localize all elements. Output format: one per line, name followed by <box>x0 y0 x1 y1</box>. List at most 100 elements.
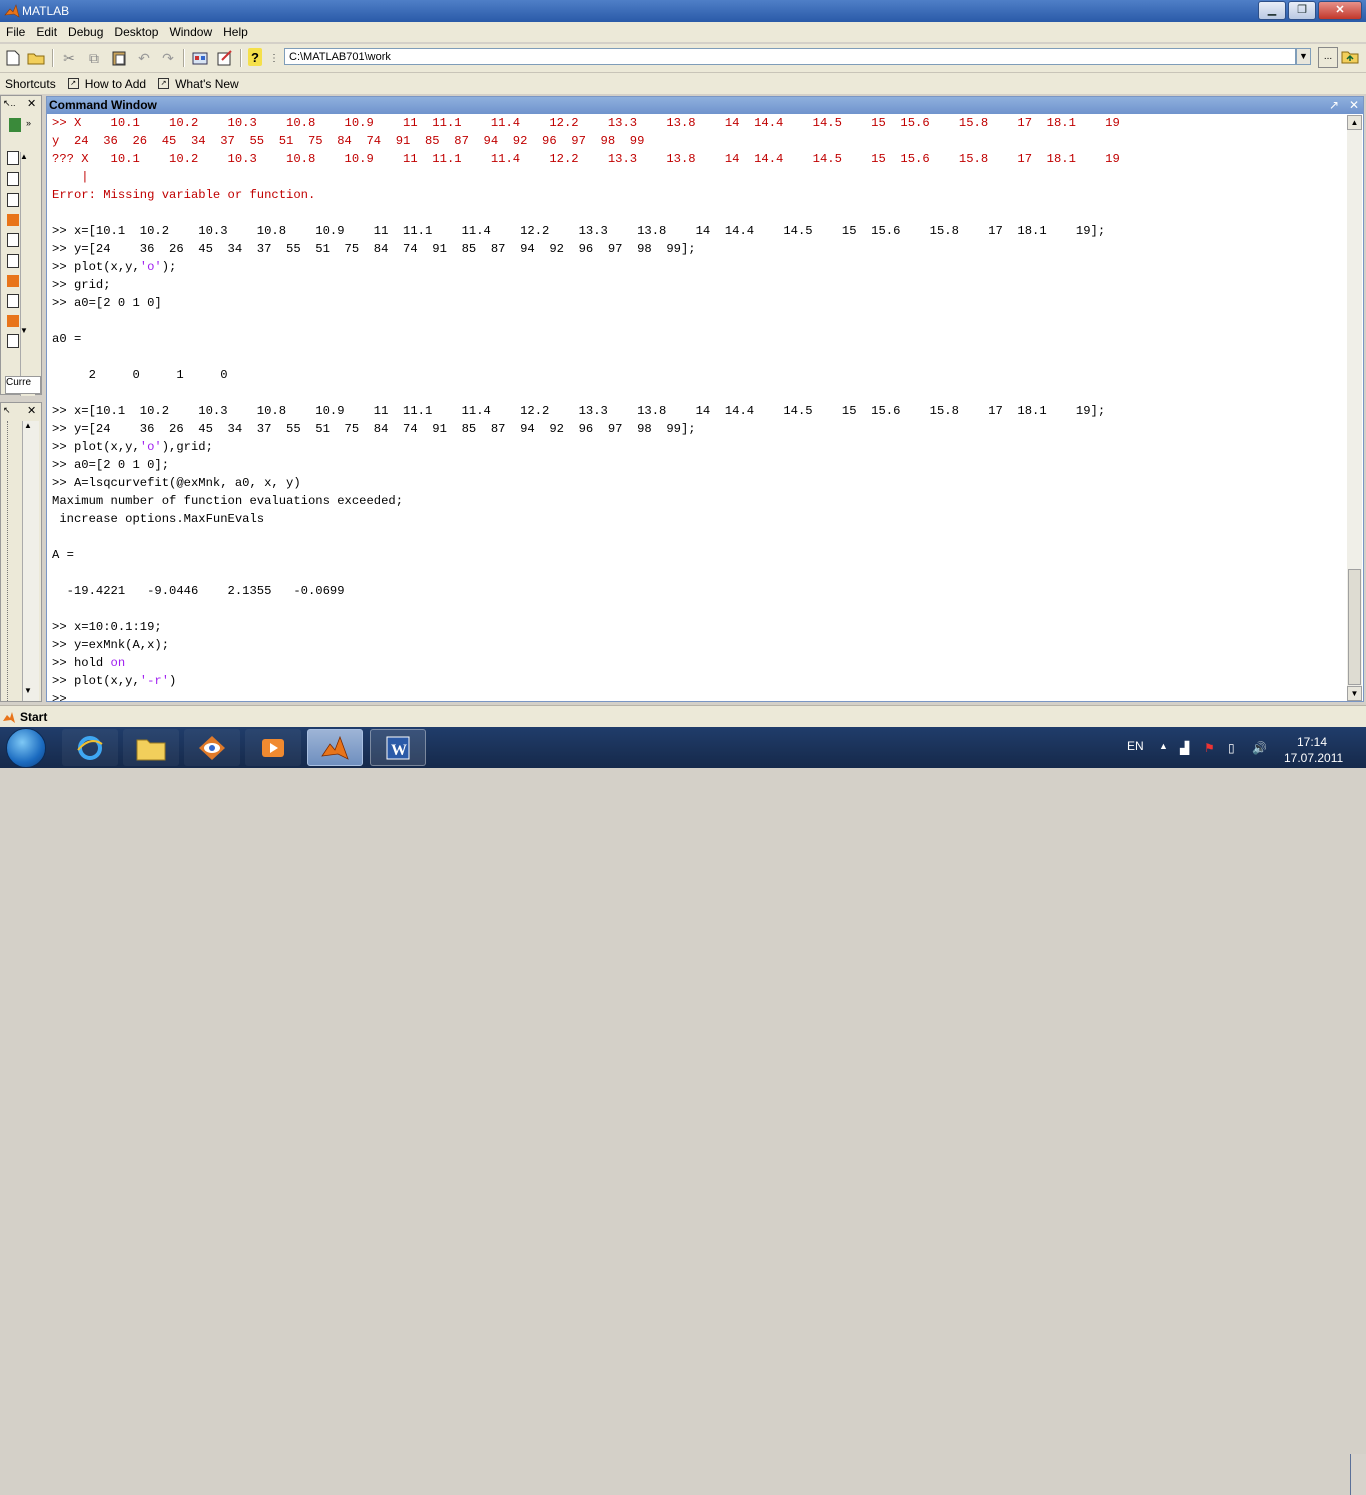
close-button[interactable]: ✕ <box>1318 1 1362 20</box>
menu-edit[interactable]: Edit <box>30 22 62 42</box>
undock-icon[interactable]: ↖.. <box>3 98 16 109</box>
file-icon[interactable] <box>7 294 19 308</box>
network-icon[interactable]: ▟ <box>1180 741 1189 755</box>
menu-window[interactable]: Window <box>163 22 217 42</box>
scroll-up-icon[interactable]: ▲ <box>1347 115 1362 130</box>
command-text: >> y=[24 36 26 45 34 37 55 51 75 84 74 9… <box>52 422 696 436</box>
file-icon[interactable] <box>7 334 19 348</box>
command-line: >> y=[24 36 26 45 34 37 55 51 75 84 74 9… <box>52 420 1342 438</box>
file-icon[interactable] <box>7 172 19 186</box>
command-text: >> a0=[2 0 1 0] <box>52 296 162 310</box>
chevron-down-icon[interactable]: ▼ <box>1296 48 1311 65</box>
command-line: a0 = <box>52 330 1342 348</box>
shortcuts-label: Shortcuts <box>5 76 56 91</box>
file-icon[interactable] <box>7 193 19 207</box>
windows-start-icon[interactable] <box>6 728 46 768</box>
command-text: >> A=lsqcurvefit(@exMnk, a0, x, y) <box>52 476 301 490</box>
title-bar: MATLAB ▁ ❐ ✕ <box>0 0 1366 22</box>
open-folder-icon[interactable] <box>26 48 46 68</box>
window-title: MATLAB <box>22 4 70 18</box>
menu-debug[interactable]: Debug <box>62 22 108 42</box>
panel-close-icon[interactable]: ✕ <box>27 404 36 417</box>
volume-icon[interactable]: 🔊 <box>1252 741 1267 755</box>
matlab-file-icon[interactable] <box>7 315 19 327</box>
panel-scrollbar[interactable] <box>22 421 39 701</box>
scroll-up-icon[interactable]: ▲ <box>24 421 32 430</box>
command-line: >> y=[24 36 26 45 34 37 55 51 75 84 74 9… <box>52 240 1342 258</box>
command-text: >> <box>52 692 74 702</box>
scroll-down-icon[interactable]: ▼ <box>20 326 28 335</box>
file-icon[interactable] <box>7 151 19 165</box>
browse-button[interactable]: ... <box>1318 47 1338 68</box>
shortcut-how-to-add[interactable]: ↗ How to Add <box>67 77 146 91</box>
command-text: 'o' <box>139 440 162 454</box>
clock[interactable]: 17:14 17.07.2011 <box>1284 734 1343 766</box>
close-icon[interactable]: ✕ <box>1349 97 1359 114</box>
guide-icon[interactable] <box>215 48 235 68</box>
menu-help[interactable]: Help <box>217 22 253 42</box>
current-directory-input[interactable]: C:\MATLAB701\work <box>284 48 1296 65</box>
start-label: Start <box>20 710 48 724</box>
cut-icon[interactable]: ✂ <box>59 48 79 68</box>
command-text: >> hold <box>52 656 111 670</box>
vertical-scrollbar[interactable]: ▲ ▼ <box>1347 115 1362 701</box>
panel-close-icon[interactable]: ✕ <box>27 97 36 110</box>
word-icon[interactable]: W <box>370 729 426 766</box>
folder-icon[interactable] <box>123 729 179 766</box>
simulink-icon[interactable] <box>190 48 210 68</box>
matlab-icon[interactable] <box>307 729 363 766</box>
command-line: >> x=[10.1 10.2 10.3 10.8 10.9 11 11.1 1… <box>52 402 1342 420</box>
command-text: >> plot(x,y, <box>52 260 140 274</box>
command-text: >> X 10.1 10.2 10.3 10.8 10.9 11 11.1 11… <box>52 116 1120 130</box>
undock-icon[interactable]: ↗ <box>1329 97 1339 114</box>
scroll-down-icon[interactable]: ▼ <box>1347 686 1362 701</box>
shortcut-whats-new[interactable]: ↗ What's New <box>158 77 239 91</box>
command-line: >> X 10.1 10.2 10.3 10.8 10.9 11 11.1 11… <box>52 114 1342 132</box>
command-window-title: Command Window <box>49 98 157 112</box>
command-text: >> plot(x,y, <box>52 440 140 454</box>
media-player-icon[interactable] <box>245 729 301 766</box>
matlab-file-icon[interactable] <box>7 275 19 287</box>
start-button[interactable]: Start <box>2 708 47 726</box>
show-desktop-button[interactable] <box>1350 1454 1366 1495</box>
power-icon[interactable]: ▯ <box>1228 741 1235 755</box>
flag-icon[interactable]: ⚑ <box>1204 741 1215 755</box>
current-directory-tab[interactable]: Curre <box>5 376 41 394</box>
undo-icon[interactable]: ↶ <box>134 48 154 68</box>
command-line: >> a0=[2 0 1 0] <box>52 294 1342 312</box>
language-indicator[interactable]: EN <box>1127 739 1144 753</box>
file-icon[interactable] <box>7 254 19 268</box>
menu-file[interactable]: File <box>0 22 30 42</box>
eye-app-icon[interactable] <box>184 729 240 766</box>
more-icon[interactable]: » <box>26 118 31 128</box>
new-variable-icon[interactable] <box>9 118 21 132</box>
command-output[interactable]: >> X 10.1 10.2 10.3 10.8 10.9 11 11.1 11… <box>52 114 1342 702</box>
scroll-down-icon[interactable]: ▼ <box>24 686 32 695</box>
command-text: -19.4221 -9.0446 2.1355 -0.0699 <box>52 584 345 598</box>
panel-scrollbar[interactable] <box>20 152 35 396</box>
paste-icon[interactable] <box>109 48 129 68</box>
menu-desktop[interactable]: Desktop <box>108 22 163 42</box>
undock-icon[interactable]: ↖ <box>3 405 11 416</box>
scroll-up-icon[interactable]: ▲ <box>20 152 28 161</box>
tray-expand-icon[interactable]: ▲ <box>1159 741 1168 751</box>
left-dock: ↖.. ✕ » ▲ ▼ Curre ↖ ✕ ▲ ▼ <box>0 95 44 702</box>
command-text: >> y=exMnk(A,x); <box>52 638 170 652</box>
command-text: 'o' <box>139 260 162 274</box>
scroll-thumb[interactable] <box>1348 569 1361 685</box>
minimize-button[interactable]: ▁ <box>1258 1 1286 20</box>
command-window-header: Command Window ↗ ✕ <box>47 97 1363 114</box>
command-line: >> x=10:0.1:19; <box>52 618 1342 636</box>
matlab-file-icon[interactable] <box>7 214 19 226</box>
internet-explorer-icon[interactable] <box>62 729 118 766</box>
command-window: Command Window ↗ ✕ >> X 10.1 10.2 10.3 1… <box>46 96 1364 702</box>
file-icon[interactable] <box>7 233 19 247</box>
new-file-icon[interactable] <box>3 48 23 68</box>
up-folder-icon[interactable] <box>1340 48 1360 66</box>
redo-icon[interactable]: ↷ <box>158 48 178 68</box>
maximize-button[interactable]: ❐ <box>1288 1 1316 20</box>
command-line <box>52 528 1342 546</box>
copy-icon[interactable]: ⧉ <box>84 48 104 68</box>
command-line: >> plot(x,y,'o'); <box>52 258 1342 276</box>
help-icon[interactable]: ? <box>248 48 262 66</box>
